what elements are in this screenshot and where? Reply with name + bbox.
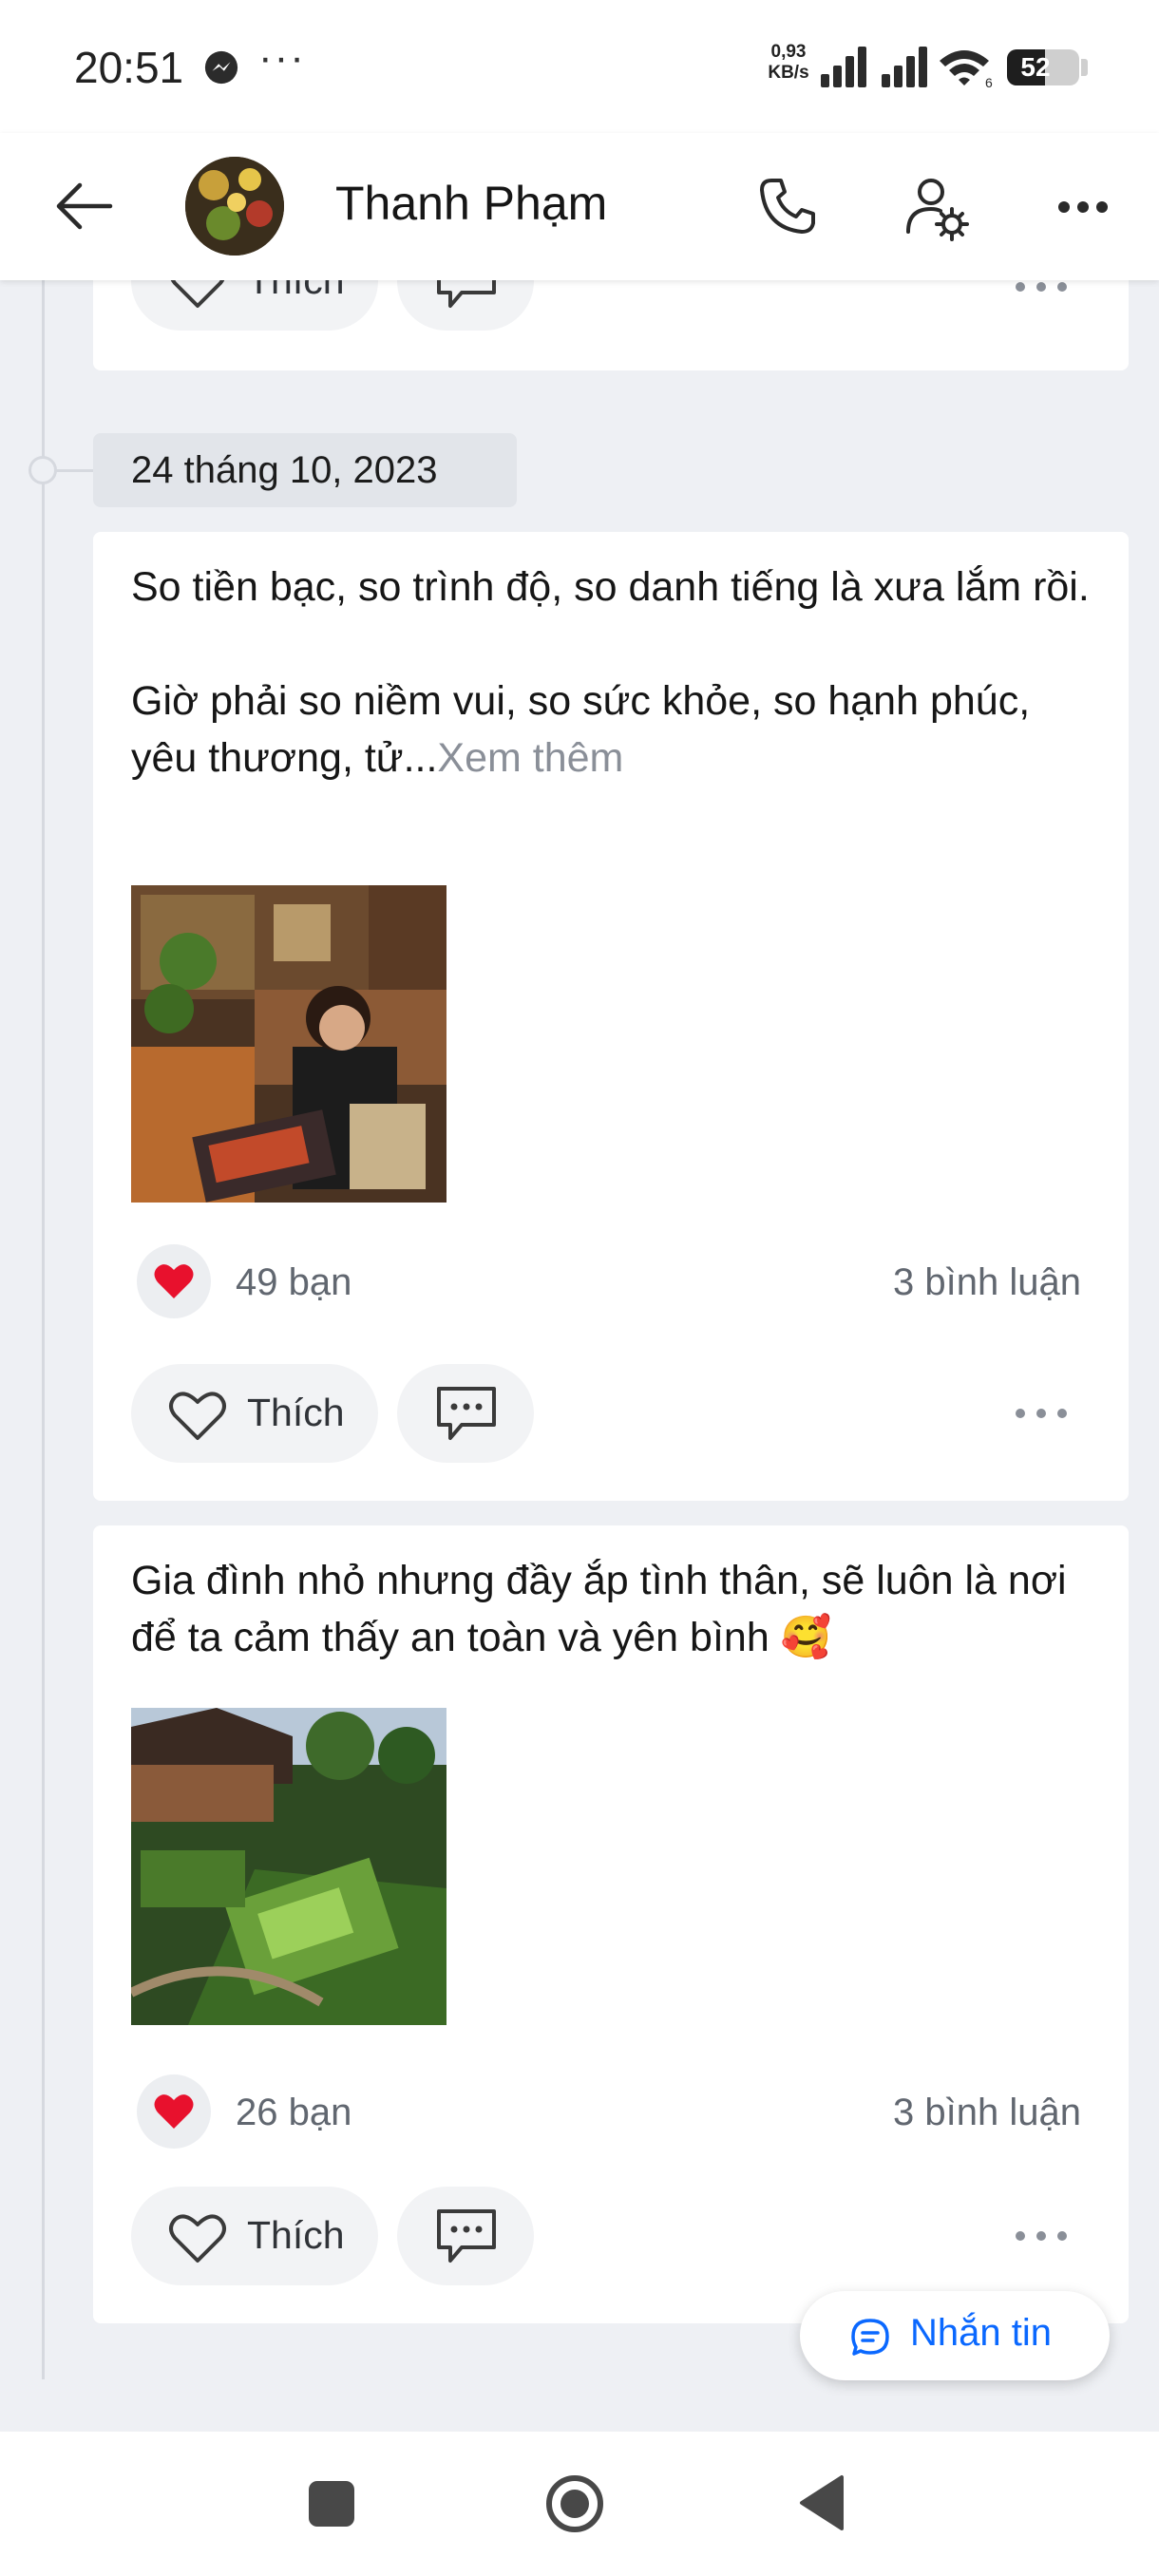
battery-percent: 52 [1020, 52, 1051, 82]
see-more-link[interactable]: Xem thêm [437, 735, 623, 781]
avatar-image [185, 157, 284, 256]
post-photo-cafe [131, 885, 446, 1203]
system-nav-bar [0, 2432, 1159, 2576]
system-back-button[interactable] [796, 2473, 846, 2532]
reaction-count[interactable]: 26 bạn [236, 2092, 352, 2134]
post-paragraph: Giờ phải so niềm vui, so sức khỏe, so hạ… [131, 672, 1091, 786]
reaction-count[interactable]: 49 bạn [236, 1261, 352, 1304]
message-button[interactable]: Nhắn tin [800, 2291, 1110, 2380]
more-notifications-icon: ··· [258, 34, 306, 81]
heart-outline-icon [169, 1392, 226, 1440]
more-icon[interactable] [1056, 198, 1110, 217]
reaction-heart[interactable] [137, 1244, 211, 1318]
home-button[interactable] [544, 2473, 605, 2534]
battery-cap [1081, 59, 1088, 76]
reaction-heart[interactable] [137, 2074, 211, 2149]
messenger-icon [204, 50, 238, 85]
back-icon[interactable] [53, 178, 114, 235]
timeline-connector [55, 469, 93, 472]
profile-header: Thanh Phạm [0, 133, 1159, 280]
timeline-dot [28, 456, 57, 484]
avatar[interactable] [185, 157, 284, 256]
net-speed-unit: KB/s [768, 63, 809, 83]
post-more-icon[interactable] [1013, 277, 1070, 296]
post-text: Gia đình nhỏ nhưng đầy ắp tình thân, sẽ … [131, 1558, 1067, 1660]
post-photo-garden [131, 1708, 446, 2025]
wifi-icon: 6 [940, 50, 993, 89]
recent-apps-button[interactable] [309, 2481, 354, 2527]
battery-icon: 52 [1007, 49, 1079, 85]
comment-icon [437, 2209, 496, 2263]
timeline-line [42, 280, 45, 2379]
heart-icon [154, 1264, 194, 1298]
message-button-label: Nhắn tin [910, 2312, 1052, 2354]
status-time: 20:51 [74, 43, 184, 92]
heart-icon [154, 2094, 194, 2129]
comment-button[interactable] [397, 2187, 534, 2285]
comment-count[interactable]: 3 bình luận [893, 2092, 1081, 2134]
date-separator: 24 tháng 10, 2023 [93, 433, 517, 507]
post-paragraph: So tiền bạc, so trình độ, so danh tiếng … [131, 564, 1090, 610]
profile-name[interactable]: Thanh Phạm [335, 176, 607, 231]
chat-icon [851, 2319, 889, 2356]
comment-button[interactable] [397, 1364, 534, 1463]
post-image[interactable] [131, 1708, 446, 2025]
profile-settings-icon[interactable] [902, 173, 971, 241]
heart-outline-icon [169, 2214, 226, 2263]
comment-icon [437, 1387, 496, 1440]
net-speed: 0,93 KB/s [765, 42, 812, 84]
like-label: Thích [247, 2213, 345, 2257]
post-more-icon[interactable] [1013, 2226, 1070, 2245]
signal-icon [882, 47, 927, 87]
comment-count[interactable]: 3 bình luận [893, 1261, 1081, 1304]
post-image[interactable] [131, 885, 446, 1203]
wifi-label: 6 [985, 75, 993, 89]
post-text: So tiền bạc, so trình độ, so danh tiếng … [131, 559, 1091, 786]
status-bar: 20:51 ··· 0,93 KB/s 6 52 [0, 0, 1159, 133]
like-label: Thích [247, 1391, 345, 1434]
call-icon[interactable] [756, 175, 819, 237]
post-more-icon[interactable] [1013, 1404, 1070, 1423]
signal-icon [821, 47, 866, 87]
like-button[interactable]: Thích [131, 1364, 378, 1463]
post-card[interactable]: So tiền bạc, so trình độ, so danh tiếng … [93, 532, 1129, 1501]
like-button[interactable]: Thích [131, 2187, 378, 2285]
net-speed-value: 0,93 [770, 42, 807, 62]
post-card[interactable]: Gia đình nhỏ nhưng đầy ắp tình thân, sẽ … [93, 1525, 1129, 2323]
